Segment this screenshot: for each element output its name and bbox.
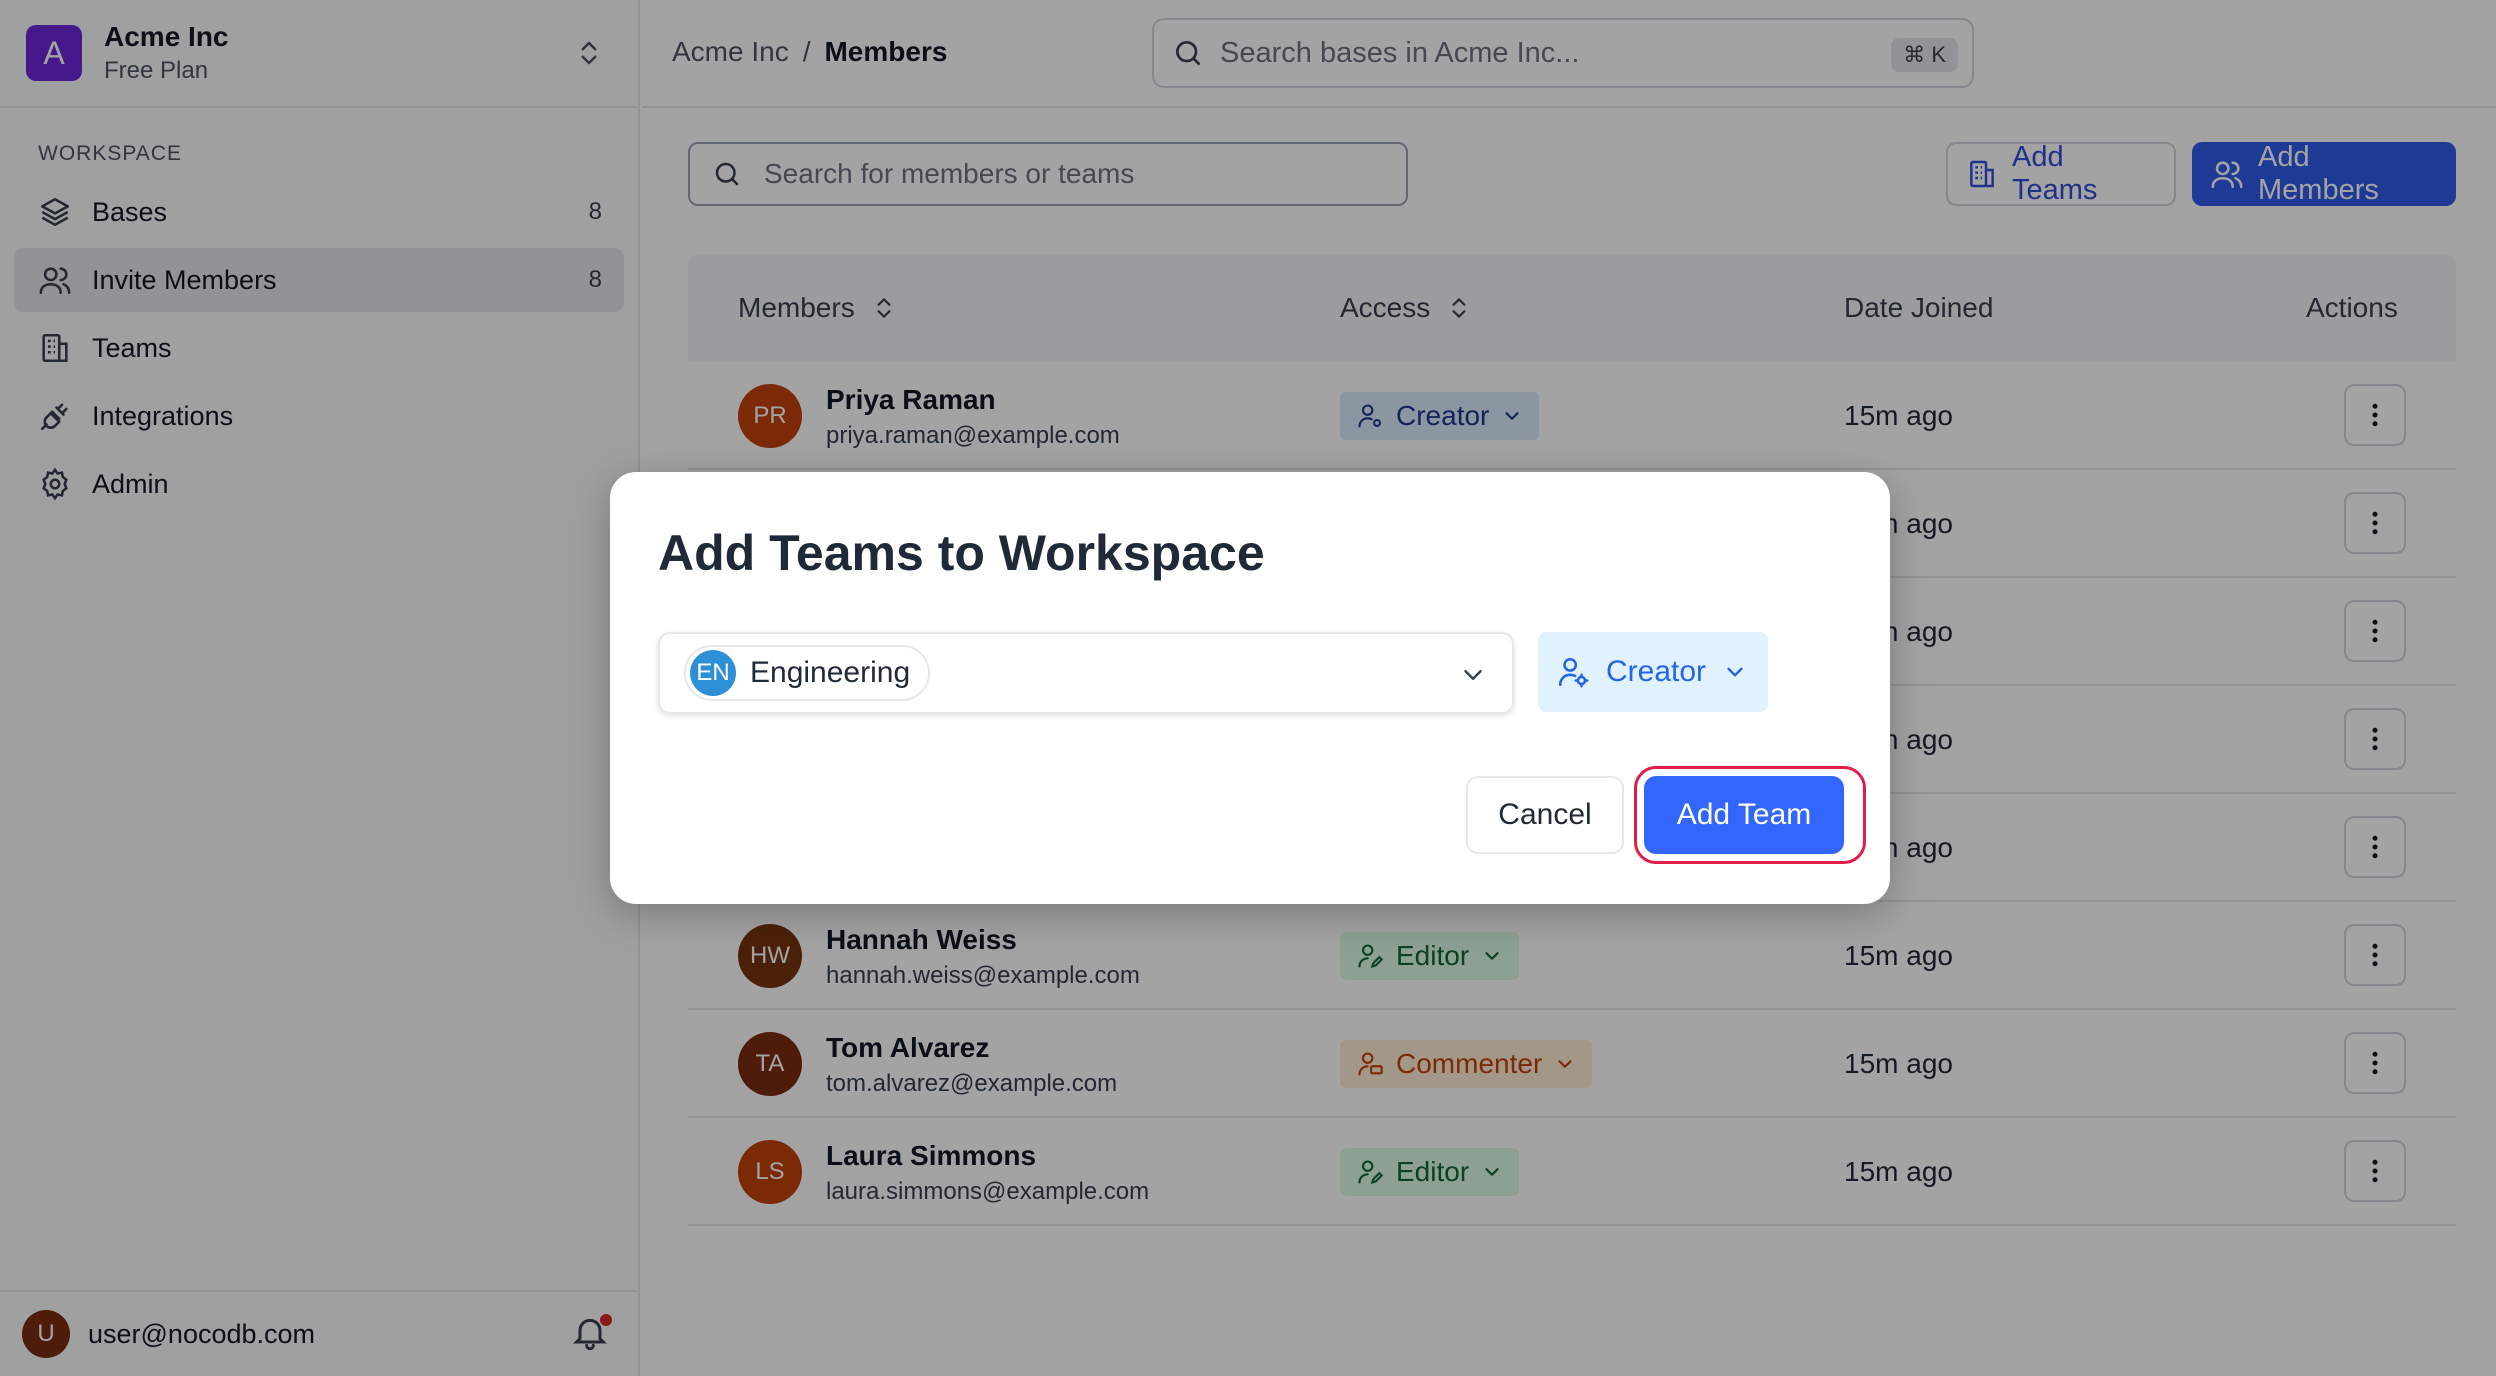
chevron-down-icon [1722, 659, 1748, 685]
user-gear-icon [1556, 655, 1590, 689]
add-team-button[interactable]: Add Team [1644, 776, 1844, 854]
modal-title: Add Teams to Workspace [658, 525, 1265, 581]
team-select[interactable]: EN Engineering [658, 632, 1514, 714]
team-chip-label: Engineering [750, 656, 911, 689]
selected-team-chip[interactable]: EN Engineering [684, 645, 931, 701]
role-select-label: Creator [1606, 655, 1707, 688]
chevron-down-icon [1458, 660, 1488, 690]
add-teams-modal: Add Teams to Workspace EN Engineering Cr… [610, 472, 1890, 904]
cancel-button[interactable]: Cancel [1466, 776, 1624, 854]
role-select[interactable]: Creator [1538, 632, 1768, 712]
team-avatar: EN [690, 650, 736, 696]
